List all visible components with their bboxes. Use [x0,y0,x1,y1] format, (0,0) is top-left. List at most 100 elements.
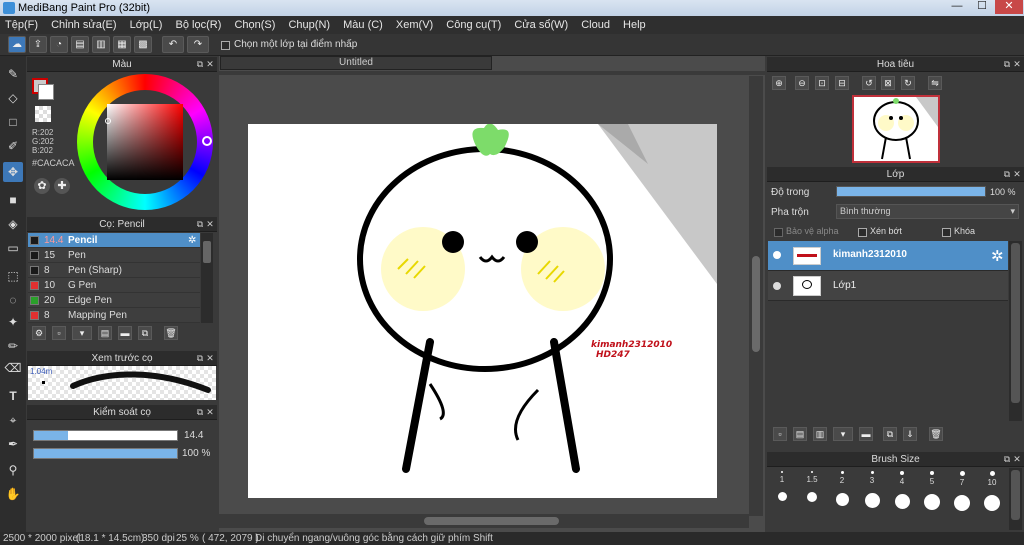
fill-rect-tool-icon[interactable]: ■ [3,190,23,210]
secondary-color-swatch[interactable] [38,84,54,100]
trash-icon[interactable]: 🗑 [929,427,943,441]
brush-size-scrollbar[interactable] [1009,468,1022,530]
menu-help[interactable]: Help [618,16,651,34]
layer-list-scrollbar[interactable] [1009,241,1022,421]
menu-cloud[interactable]: Cloud [576,16,615,34]
dropper-tool-icon[interactable]: ✒ [3,434,23,454]
brush-list-scrollbar[interactable] [201,233,213,323]
menu-color[interactable]: Màu (C) [338,16,388,34]
duplicate-icon[interactable]: ⧉ [138,326,152,340]
brush-item-mapping-pen[interactable]: 8 Mapping Pen [28,308,200,323]
brush-size-option[interactable]: 10 [978,467,1006,511]
layer-opacity-slider[interactable] [836,186,986,197]
undo-icon[interactable]: ↶ [162,36,184,53]
menu-layer[interactable]: Lớp(L) [125,16,168,34]
new-halftone-layer-icon[interactable]: ▤ [793,427,807,441]
drawing-canvas[interactable]: kimanh2312010 HD247 [248,124,717,498]
close-icon[interactable]: ✕ [1012,452,1022,467]
new-layer-icon[interactable]: ▫ [773,427,787,441]
undock-icon[interactable]: ⧉ [1002,167,1012,182]
operation-tool-icon[interactable]: ⌖ [3,410,23,430]
menu-select[interactable]: Chọn(S) [229,16,280,34]
share-icon[interactable]: ⇪ [29,36,47,53]
move-tool-icon[interactable]: ✥ [3,162,23,182]
maximize-button[interactable]: ☐ [970,0,994,14]
fit-icon[interactable]: ⊡ [815,76,829,90]
redo-icon[interactable]: ↷ [187,36,209,53]
brush-item-pen-sharp[interactable]: 8 Pen (Sharp) [28,263,200,278]
select-eraser-icon[interactable]: ⌫ [3,358,23,378]
brush-item-g-pen[interactable]: 10 G Pen [28,278,200,293]
menu-tools[interactable]: Công cụ(T) [441,16,506,34]
layer-row-kimanh[interactable]: kimanh2312010 ✲ [768,241,1008,271]
select-pen-icon[interactable]: ✏ [3,336,23,356]
gear-icon[interactable]: ✲ [991,247,1004,265]
folder-icon[interactable]: ▬ [118,326,132,340]
copy-brush-icon[interactable]: ▤ [98,326,112,340]
text-tool-icon[interactable]: T [3,386,23,406]
palette-add-icon[interactable]: ✚ [54,178,70,194]
comment-icon[interactable]: ◔ [50,36,68,53]
close-button[interactable]: ✕ [995,0,1023,14]
page-icon[interactable]: ▥ [92,36,110,53]
eyedropper-icon[interactable]: ⚲ [3,460,23,480]
palette-icon[interactable]: ✿ [34,178,50,194]
close-icon[interactable]: ✕ [205,57,215,72]
lock-checkbox[interactable] [942,226,951,238]
zoom-out-icon[interactable]: ⊖ [795,76,809,90]
undock-icon[interactable]: ⧉ [1002,57,1012,72]
grid-icon[interactable]: ▦ [113,36,131,53]
rectangle-tool-icon[interactable]: □ [3,112,23,132]
trash-icon[interactable]: 🗑 [164,326,178,340]
brush-item-pencil[interactable]: 14.4 Pencil ✲ [28,233,200,248]
visibility-icon[interactable] [773,251,781,259]
undock-icon[interactable]: ⧉ [195,405,205,420]
rotate-right-icon[interactable]: ↻ [901,76,915,90]
lasso-tool-icon[interactable]: ◌ [3,290,23,310]
menu-file[interactable]: Tệp(F) [0,16,43,34]
brush-size-option[interactable]: 1 [768,467,796,501]
brush-size-option[interactable]: 3 [858,467,886,508]
navigator-thumbnail[interactable] [852,95,940,163]
message-icon[interactable]: ▤ [71,36,89,53]
magic-wand-icon[interactable]: ✦ [3,312,23,332]
bucket-tool-icon[interactable]: ◈ [3,214,23,234]
zoom-reset-icon[interactable]: ⊟ [835,76,849,90]
protect-alpha-checkbox[interactable] [774,226,783,238]
close-icon[interactable]: ✕ [1012,57,1022,72]
eraser-tool-icon[interactable]: ◇ [3,88,23,108]
visibility-icon[interactable] [773,282,781,290]
hand-tool-icon[interactable]: ✋ [3,484,23,504]
rotate-reset-icon[interactable]: ⊠ [881,76,895,90]
brush-tool-icon[interactable]: ✎ [3,64,23,84]
canvas-vertical-scrollbar[interactable] [749,76,763,516]
brush-size-option[interactable]: 5 [918,467,946,510]
folder-icon[interactable]: ▬ [859,427,873,441]
undock-icon[interactable]: ⧉ [195,57,205,72]
duplicate-layer-icon[interactable]: ⧉ [883,427,897,441]
menu-snap[interactable]: Chụp(N) [283,16,335,34]
new-brush-icon[interactable]: ▫ [52,326,66,340]
minimize-button[interactable]: — [945,0,969,14]
close-icon[interactable]: ✕ [205,217,215,232]
close-icon[interactable]: ✕ [205,405,215,420]
flip-icon[interactable]: ⇋ [928,76,942,90]
brush-size-option[interactable]: 2 [828,467,856,506]
close-icon[interactable]: ✕ [1012,167,1022,182]
undock-icon[interactable]: ⧉ [1002,452,1012,467]
gear-icon[interactable]: ✲ [188,233,196,248]
select-tool-icon[interactable]: ⬚ [3,266,23,286]
merge-down-icon[interactable]: ⇓ [903,427,917,441]
menu-window[interactable]: Cửa sổ(W) [509,16,573,34]
layer-row-lop1[interactable]: Lớp1 [768,271,1008,301]
transparent-swatch[interactable] [35,106,51,122]
rotate-left-icon[interactable]: ↺ [862,76,876,90]
brush-item-edge-pen[interactable]: 20 Edge Pen [28,293,200,308]
brush-size-option[interactable]: 4 [888,467,916,509]
new-bit-layer-icon[interactable]: ▥ [813,427,827,441]
menu-view[interactable]: Xem(V) [391,16,438,34]
clipping-checkbox[interactable] [858,226,867,238]
brush-opacity-slider[interactable] [33,448,178,459]
cloud-icon[interactable]: ☁ [8,36,26,53]
color-marker[interactable] [105,118,111,124]
